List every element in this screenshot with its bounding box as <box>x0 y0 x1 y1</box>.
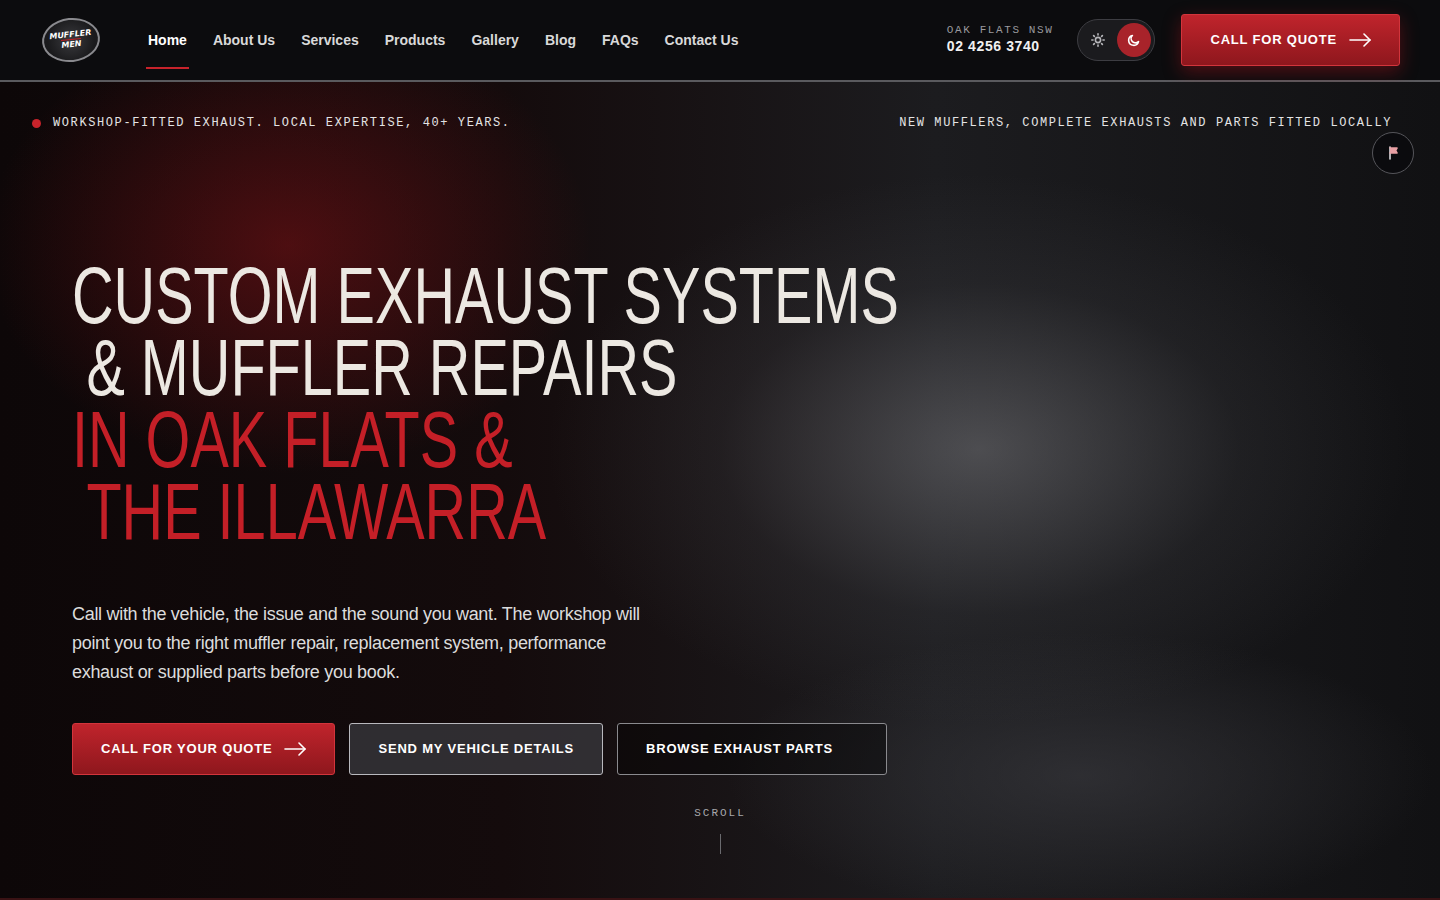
brand-logo[interactable]: MUFFLERMEN <box>40 15 102 65</box>
moon-icon <box>1127 33 1141 47</box>
heading-line: THE ILLAWARRA <box>72 476 1393 548</box>
flag-button[interactable] <box>1372 132 1414 174</box>
header-contact: OAK FLATS NSW02 4256 3740 <box>947 24 1054 55</box>
brand-line: MEN <box>61 38 82 50</box>
location-label: OAK FLATS NSW <box>947 24 1054 38</box>
scroll-line <box>720 834 721 854</box>
nav-link[interactable]: Blog <box>545 0 576 81</box>
nav-link[interactable]: Services <box>301 0 359 81</box>
hero-buttons: CALL FOR YOUR QUOTE SEND MY VEHICLE DETAI… <box>72 723 1392 775</box>
hero-intro: Call with the vehicle, the issue and the… <box>72 600 662 687</box>
hero-button[interactable]: BROWSE EXHAUST PARTS <box>617 723 887 775</box>
live-dot-icon <box>32 119 41 128</box>
button-label: CALL FOR QUOTE <box>1210 30 1337 50</box>
nav-link[interactable]: About Us <box>213 0 275 81</box>
main-nav: Home About Us Services Products Gallery Blog F… <box>148 0 739 81</box>
nav-link[interactable]: Contact Us <box>665 0 739 81</box>
scroll-indicator[interactable]: SCROLL <box>0 805 1440 854</box>
arrow-icon <box>284 742 306 756</box>
light-theme-button[interactable] <box>1081 23 1115 57</box>
flag-icon <box>1387 146 1400 160</box>
scroll-label: SCROLL <box>0 805 1440 822</box>
hero-button[interactable]: SEND MY VEHICLE DETAILS <box>349 723 603 775</box>
tagline-strip: WORKSHOP-FITTED EXHAUST. LOCAL EXPERTISE… <box>32 114 1392 132</box>
hero-section: WORKSHOP-FITTED EXHAUST. LOCAL EXPERTISE… <box>0 82 1440 900</box>
nav-link[interactable]: Products <box>385 0 446 81</box>
tagline-text: NEW MUFFLERS, COMPLETE EXHAUSTS AND PART… <box>899 114 1392 132</box>
arrow-icon <box>1349 33 1371 47</box>
button-label: CALL FOR YOUR QUOTE <box>101 739 272 759</box>
button-label: BROWSE EXHAUST PARTS <box>646 739 833 759</box>
heading-line: IN OAK FLATS & <box>72 404 1393 476</box>
dark-theme-button[interactable] <box>1117 23 1151 57</box>
sun-icon <box>1091 33 1105 47</box>
nav-link[interactable]: Home <box>148 0 187 81</box>
button-label: SEND MY VEHICLE DETAILS <box>378 739 574 759</box>
nav-link[interactable]: FAQs <box>602 0 639 81</box>
tagline-text: WORKSHOP-FITTED EXHAUST. LOCAL EXPERTISE… <box>53 114 511 132</box>
site-header: MUFFLERMEN Home About Us Services Products Ga… <box>0 0 1440 82</box>
hero-button[interactable]: CALL FOR YOUR QUOTE <box>72 723 335 775</box>
heading-line: CUSTOM EXHAUST SYSTEMS <box>72 260 1393 332</box>
hero-heading: CUSTOM EXHAUST SYSTEMS& MUFFLER REPAIRSI… <box>72 260 1393 548</box>
heading-line: & MUFFLER REPAIRS <box>72 332 1393 404</box>
nav-link[interactable]: Gallery <box>471 0 518 81</box>
theme-toggle <box>1077 19 1155 61</box>
tagline-left: WORKSHOP-FITTED EXHAUST. LOCAL EXPERTISE… <box>32 114 511 132</box>
call-for-quote-button[interactable]: CALL FOR QUOTE <box>1181 14 1400 66</box>
phone-number[interactable]: 02 4256 3740 <box>947 38 1054 56</box>
